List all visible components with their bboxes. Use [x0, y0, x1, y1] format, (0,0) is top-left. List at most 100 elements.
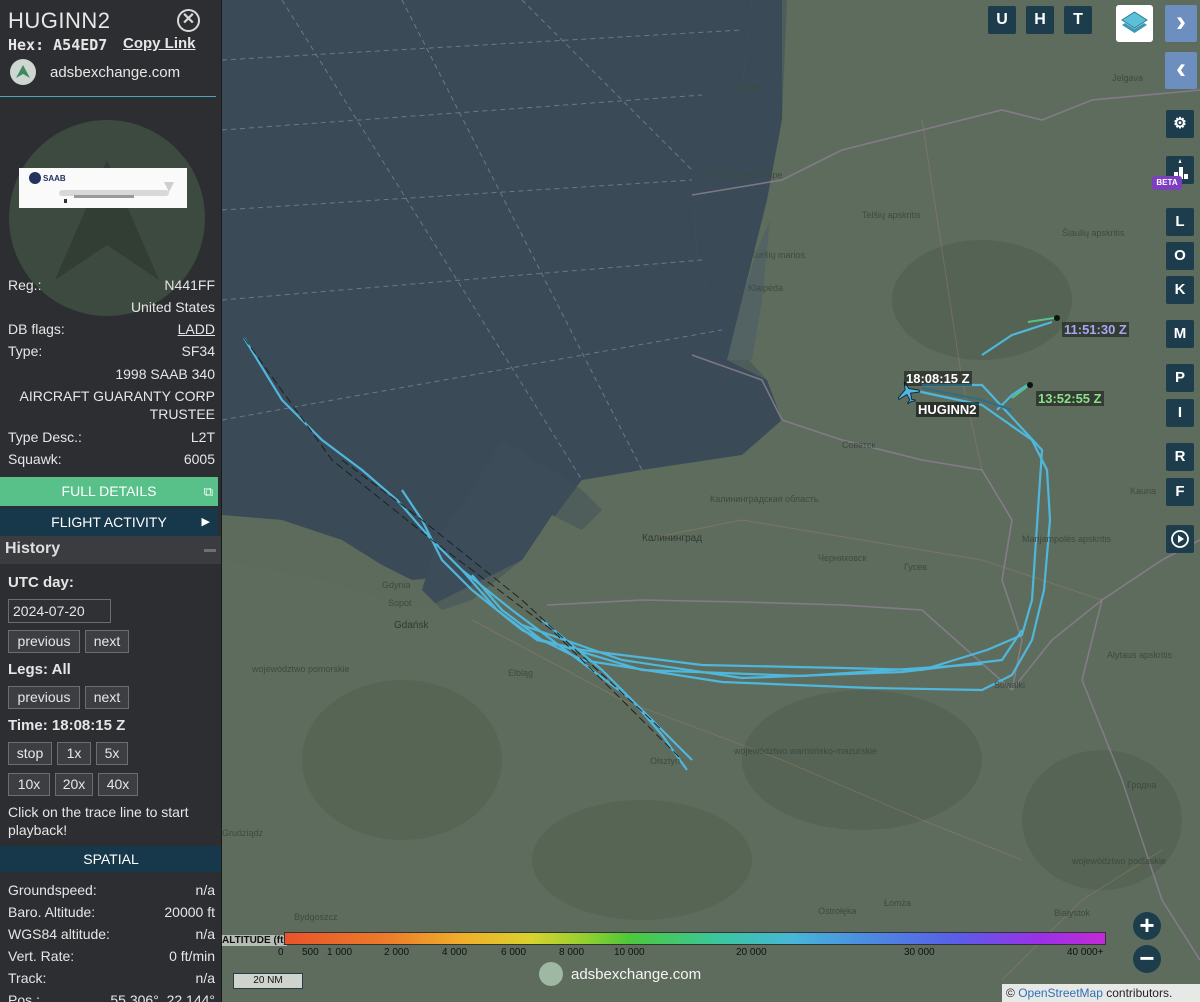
toggle-l-button[interactable]: L: [1166, 208, 1194, 236]
place-label: województwo podlaskie: [1072, 856, 1167, 866]
type-label: Type:: [8, 343, 43, 359]
previous-day-button[interactable]: previous: [8, 630, 80, 653]
speed-10x-button[interactable]: 10x: [8, 773, 50, 796]
reg-label: Reg.:: [8, 277, 42, 293]
altitude-tick: 10 000: [614, 947, 645, 958]
speed-20x-button[interactable]: 20x: [55, 773, 93, 796]
model-row: 1998 SAAB 340: [8, 366, 215, 384]
toggle-h-button[interactable]: H: [1026, 6, 1054, 34]
aircraft-photo[interactable]: SAAB: [19, 168, 187, 208]
callsign: HUGINN2: [8, 8, 111, 33]
altitude-legend: ALTITUDE (ft) 0 500 1 000 2 000 4 000 6 …: [222, 930, 1110, 964]
place-label: Sopot: [388, 598, 412, 608]
spatial-row: Baro. Altitude: 20000 ft: [8, 904, 215, 922]
type-desc-label: Type Desc.:: [8, 429, 82, 445]
toggle-k-button[interactable]: K: [1166, 276, 1194, 304]
aircraft-callsign-label[interactable]: HUGINN2: [916, 402, 979, 417]
playback-time: Time: 18:08:15 Z: [8, 717, 126, 734]
first-time-label: 11:51:30 Z: [1062, 322, 1129, 337]
place-label: Olsztyn: [650, 756, 681, 766]
map-view[interactable]: Liepāja Jelgava Klaipėda Telšių apskriti…: [222, 0, 1200, 1002]
toggle-p-button[interactable]: P: [1166, 364, 1194, 392]
spatial-row: Vert. Rate: 0 ft/min: [8, 948, 215, 966]
toggle-m-button[interactable]: M: [1166, 320, 1194, 348]
speed-40x-button[interactable]: 40x: [98, 773, 138, 796]
utc-day-input[interactable]: [8, 599, 111, 623]
previous-leg-button[interactable]: previous: [8, 686, 80, 709]
hex-code: A54ED7: [53, 36, 108, 54]
replay-icon: [1171, 530, 1189, 548]
close-icon[interactable]: ✕: [177, 9, 200, 32]
speed-5x-button[interactable]: 5x: [96, 742, 128, 765]
full-details-button[interactable]: FULL DETAILS ⧉: [0, 477, 218, 506]
place-label: Гусев: [904, 562, 927, 572]
second-time-label: 13:52:55 Z: [1036, 391, 1104, 406]
place-label: Гродна: [1127, 780, 1157, 790]
hex-row: Hex: A54ED7: [8, 36, 107, 54]
place-label: dabos parks Pape: [710, 170, 783, 180]
adsbexchange-logo-icon: [10, 59, 36, 85]
copy-link[interactable]: Copy Link: [123, 35, 196, 52]
speed-stop-button[interactable]: stop: [8, 742, 52, 765]
replay-button[interactable]: [1166, 525, 1194, 553]
settings-button[interactable]: ⚙: [1166, 110, 1194, 138]
position-value: 55.306°, 22.144°: [110, 992, 215, 1002]
next-day-button[interactable]: next: [85, 630, 129, 653]
place-label: Telšių apskritis: [862, 210, 921, 220]
zoom-out-button[interactable]: −: [1133, 945, 1161, 973]
flight-activity-button[interactable]: FLIGHT ACTIVITY ▶: [0, 508, 218, 536]
type-desc-row: Type Desc.: L2T: [8, 429, 215, 447]
spatial-row: Track: n/a: [8, 970, 215, 988]
place-label: Калининград: [642, 533, 703, 544]
place-label: Ostrołęka: [818, 906, 857, 916]
place-label: Советск: [842, 440, 876, 450]
place-label: Jelgava: [1112, 73, 1144, 83]
place-label: Gdańsk: [394, 620, 429, 631]
position-label: Pos.:: [8, 992, 40, 1002]
brand-link[interactable]: adsbexchange.com: [10, 59, 180, 85]
next-leg-button[interactable]: next: [85, 686, 129, 709]
place-label: województwo pomorskie: [252, 664, 350, 674]
altitude-tick: 1 000: [327, 947, 353, 958]
history-header[interactable]: History: [0, 536, 221, 564]
track-label: Track:: [8, 970, 47, 986]
speed-1x-button[interactable]: 1x: [57, 742, 91, 765]
aircraft-info-panel: HUGINN2 ✕ Hex: A54ED7 Copy Link adsbexch…: [0, 0, 222, 1002]
squawk-row: Squawk: 6005: [8, 451, 215, 469]
hex-label: Hex:: [8, 36, 45, 54]
toggle-f-button[interactable]: F: [1166, 478, 1194, 506]
toggle-u-button[interactable]: U: [988, 6, 1016, 34]
model-value: 1998 SAAB 340: [115, 366, 215, 382]
back-button[interactable]: ‹: [1165, 52, 1197, 89]
track-value: n/a: [195, 970, 215, 986]
spatial-header[interactable]: SPATIAL: [0, 846, 221, 872]
toggle-i-button[interactable]: I: [1166, 399, 1194, 427]
map-brand-watermark: adsbexchange.com: [539, 960, 701, 988]
toggle-o-button[interactable]: O: [1166, 242, 1194, 270]
db-flags-row: DB flags: LADD: [8, 321, 215, 339]
place-label: Alytaus apskritis: [1107, 650, 1173, 660]
altitude-tick: 20 000: [736, 947, 767, 958]
osm-link[interactable]: OpenStreetMap: [1018, 986, 1103, 1000]
layers-button[interactable]: [1116, 5, 1153, 42]
zoom-in-button[interactable]: +: [1133, 912, 1161, 940]
place-label: Marijampolės apskritis: [1022, 534, 1112, 544]
altitude-tick: 2 000: [384, 947, 410, 958]
place-label: Kuršių marios: [750, 250, 806, 260]
place-label: Šiaulių apskritis: [1062, 228, 1125, 238]
altitude-tick: 6 000: [501, 947, 527, 958]
place-label: Liepāja: [732, 82, 762, 92]
db-flags-link[interactable]: LADD: [178, 321, 215, 337]
toggle-r-button[interactable]: R: [1166, 443, 1194, 471]
spatial-row: Pos.: 55.306°, 22.144°: [8, 992, 215, 1002]
playback-hint: Click on the trace line to start playbac…: [8, 804, 189, 838]
place-label: województwo warmińsko-mazurskie: [734, 746, 878, 756]
vert-rate-label: Vert. Rate:: [8, 948, 75, 964]
reg-value: N441FF: [164, 277, 215, 293]
chevron-right-icon: ▶: [201, 516, 210, 528]
forward-button[interactable]: ›: [1165, 5, 1197, 42]
toggle-t-button[interactable]: T: [1064, 6, 1092, 34]
altitude-tick: 500: [302, 947, 319, 958]
place-label: Черняховск: [818, 553, 867, 563]
altitude-tick: 0: [278, 947, 284, 958]
